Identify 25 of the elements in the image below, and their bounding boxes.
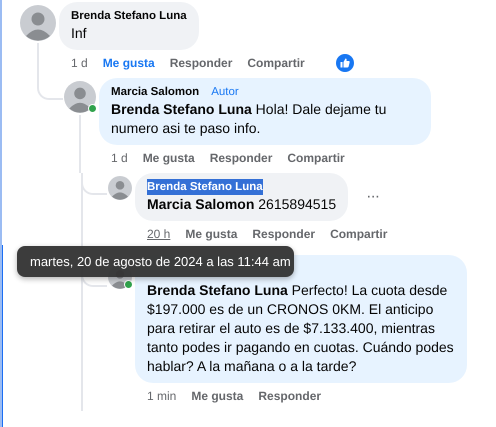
comment-action-link[interactable]: Compartir <box>247 55 305 71</box>
author-name[interactable]: Marcia Salomon <box>111 84 200 100</box>
comment-action-link[interactable]: Me gusta <box>191 388 244 404</box>
comment-action-link[interactable]: Me gusta <box>102 55 155 71</box>
timestamp-link[interactable]: 1 d <box>71 55 88 71</box>
more-options-button[interactable]: ··· <box>366 188 380 206</box>
timestamp-link[interactable]: 20 h <box>147 226 170 242</box>
author-label: Autor <box>211 85 239 100</box>
comment-action-link[interactable]: Responder <box>170 55 232 71</box>
timestamp-link[interactable]: 1 min <box>147 388 176 404</box>
author-name[interactable]: Brenda Stefano Luna <box>147 179 263 195</box>
comment-action-link[interactable]: Compartir <box>330 226 388 242</box>
timestamp-link[interactable]: 1 d <box>111 150 128 166</box>
comment-action-link[interactable]: Me gusta <box>185 226 238 242</box>
comment-text: Brenda Stefano Luna Perfecto! La cuota desde $197.000 es de un CRONOS 0KM. El anticipo para retirar el auto es de $7.133.400, mientras tanto podes ir pagando en cuotas. Cuándo podes hablar? A la mañana o a la tarde? <box>147 281 455 376</box>
comment-action-link[interactable]: Compartir <box>287 150 345 166</box>
comment-text: Inf <box>71 24 88 43</box>
comment-action-link[interactable]: Me gusta <box>142 150 195 166</box>
comment-text: Brenda Stefano Luna Hola! Dale dejame tu numero asi te paso info. <box>111 100 388 138</box>
comment-text: Marcia Salomon 2615894515 <box>147 195 336 214</box>
tooltip: martes, 20 de agosto de 2024 a las 11:44 am <box>17 246 294 277</box>
comment-action-link[interactable]: Responder <box>210 150 272 166</box>
comment-action-link[interactable]: Responder <box>258 388 322 404</box>
author-name[interactable]: Brenda Stefano Luna <box>71 8 187 24</box>
comment-action-link[interactable]: Responder <box>252 226 316 242</box>
